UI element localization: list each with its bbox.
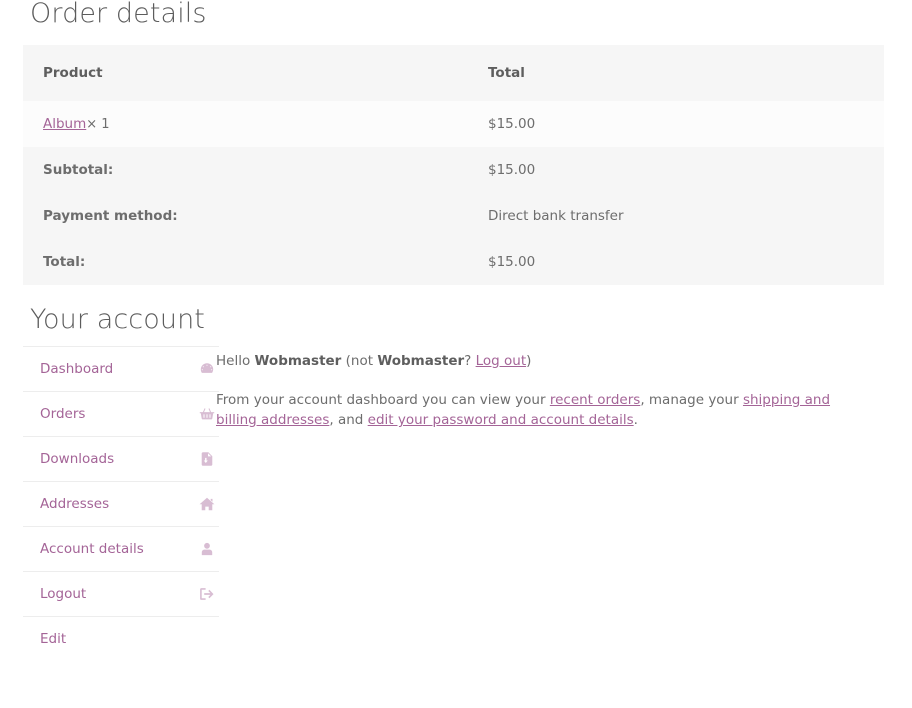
nav-item-edit[interactable]: Edit: [23, 616, 219, 661]
greeting-question: ?: [464, 353, 475, 369]
nav-link-addresses[interactable]: Addresses: [40, 482, 109, 526]
page-title-your-account: Your account: [30, 304, 205, 335]
file-download-icon: [199, 451, 215, 467]
order-received-page: Order details Product Total Album× 1 $15…: [0, 0, 912, 708]
nav-link-edit[interactable]: Edit: [40, 617, 66, 661]
basket-icon: [199, 406, 215, 422]
dashboard-icon: [199, 361, 215, 377]
product-link[interactable]: Album: [43, 116, 86, 132]
subtotal-label: Subtotal:: [23, 147, 464, 193]
order-item-product-cell: Album× 1: [23, 101, 464, 147]
greeting-paragraph: Hello Wobmaster (not Wobmaster? Log out): [216, 351, 864, 371]
intro-part-3: , and: [329, 412, 367, 428]
nav-item-logout[interactable]: Logout: [23, 571, 219, 616]
nav-item-account-details[interactable]: Account details: [23, 526, 219, 571]
nav-link-dashboard[interactable]: Dashboard: [40, 347, 113, 391]
intro-part-1: From your account dashboard you can view…: [216, 392, 550, 408]
column-header-product: Product: [23, 45, 464, 101]
nav-item-orders[interactable]: Orders: [23, 391, 219, 436]
nav-link-account-details[interactable]: Account details: [40, 527, 144, 571]
order-details-table: Product Total Album× 1 $15.00 Subtotal: …: [23, 45, 884, 285]
intro-paragraph: From your account dashboard you can view…: [216, 390, 864, 430]
account-navigation: Dashboard Orders Downloads: [23, 346, 219, 661]
greeting-close-paren: ): [526, 353, 531, 369]
payment-method-label: Payment method:: [23, 193, 464, 239]
table-row-subtotal: Subtotal: $15.00: [23, 147, 884, 193]
nav-link-logout[interactable]: Logout: [40, 572, 86, 616]
user-icon: [199, 541, 215, 557]
log-out-link[interactable]: Log out: [476, 353, 527, 369]
account-dashboard-content: Hello Wobmaster (not Wobmaster? Log out)…: [216, 351, 864, 449]
nav-link-downloads[interactable]: Downloads: [40, 437, 114, 481]
greeting-not-prefix: (not: [341, 353, 377, 369]
column-header-total: Total: [464, 45, 884, 101]
table-row-order-item: Album× 1 $15.00: [23, 101, 884, 147]
greeting-username-again: Wobmaster: [377, 353, 464, 369]
table-row-payment-method: Payment method: Direct bank transfer: [23, 193, 884, 239]
page-title-order-details: Order details: [30, 0, 207, 29]
payment-method-value: Direct bank transfer: [464, 193, 884, 239]
intro-part-4: .: [634, 412, 638, 428]
total-value: $15.00: [464, 239, 884, 285]
subtotal-value: $15.00: [464, 147, 884, 193]
nav-item-addresses[interactable]: Addresses: [23, 481, 219, 526]
intro-part-2: , manage your: [640, 392, 743, 408]
order-item-total-cell: $15.00: [464, 101, 884, 147]
recent-orders-link[interactable]: recent orders: [550, 392, 640, 408]
nav-item-dashboard[interactable]: Dashboard: [23, 346, 219, 391]
edit-account-details-link[interactable]: edit your password and account details: [368, 412, 634, 428]
nav-link-orders[interactable]: Orders: [40, 392, 85, 436]
greeting-username: Wobmaster: [255, 353, 342, 369]
table-header-row: Product Total: [23, 45, 884, 101]
total-label: Total:: [23, 239, 464, 285]
greeting-hello: Hello: [216, 353, 255, 369]
nav-item-downloads[interactable]: Downloads: [23, 436, 219, 481]
home-icon: [199, 496, 215, 512]
sign-out-icon: [199, 586, 215, 602]
table-row-total: Total: $15.00: [23, 239, 884, 285]
product-quantity: × 1: [86, 117, 109, 132]
